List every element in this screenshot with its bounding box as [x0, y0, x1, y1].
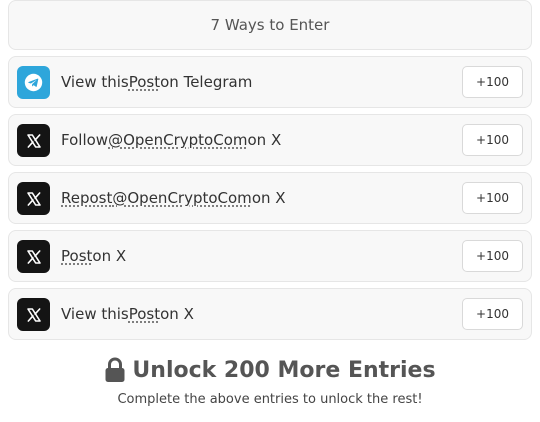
profile-link[interactable]: @OpenCryptoCom: [108, 131, 247, 149]
entry-text: View this: [61, 73, 129, 91]
ways-to-enter-header: 7 Ways to Enter: [8, 0, 532, 50]
entry-text: Follow: [61, 131, 109, 149]
points-button[interactable]: +100: [462, 298, 523, 330]
points-button[interactable]: +100: [462, 124, 523, 156]
entry-text: on X: [92, 247, 127, 265]
entry-telegram-view-post[interactable]: View this Post on Telegram +100: [8, 56, 532, 108]
ways-to-enter-title: 7 Ways to Enter: [210, 16, 330, 34]
unlock-subtitle: Complete the above entries to unlock the…: [117, 392, 423, 407]
entry-label: Repost @OpenCryptoCom on X: [61, 173, 286, 223]
entry-text: View this: [61, 305, 129, 323]
post-link[interactable]: Post: [129, 73, 160, 91]
x-icon: [17, 298, 50, 331]
points-button[interactable]: +100: [462, 240, 523, 272]
entry-text: on Telegram: [160, 73, 253, 91]
post-link[interactable]: Post: [129, 305, 160, 323]
entry-label: View this Post on X: [61, 289, 194, 339]
unlock-title: Unlock 200 More Entries: [132, 357, 436, 383]
points-button[interactable]: +100: [462, 182, 523, 214]
telegram-icon: [17, 66, 50, 99]
x-icon: [17, 240, 50, 273]
entry-x-post[interactable]: Post on X +100: [8, 230, 532, 282]
entry-text: on X: [247, 131, 282, 149]
entry-label: View this Post on Telegram: [61, 57, 252, 107]
entry-x-repost[interactable]: Repost @OpenCryptoCom on X +100: [8, 172, 532, 224]
points-button[interactable]: +100: [462, 66, 523, 98]
entry-text: on X: [160, 305, 194, 323]
unlock-heading: Unlock 200 More Entries: [0, 352, 540, 388]
repost-link[interactable]: Repost: [61, 189, 112, 207]
x-icon: [17, 124, 50, 157]
profile-link[interactable]: @OpenCryptoCom: [112, 189, 251, 207]
entry-text: on X: [251, 189, 286, 207]
entry-x-follow[interactable]: Follow @OpenCryptoCom on X +100: [8, 114, 532, 166]
post-link[interactable]: Post: [61, 247, 92, 265]
x-icon: [17, 182, 50, 215]
lock-icon: [104, 357, 126, 383]
entry-label: Post on X: [61, 231, 126, 281]
entry-x-view-post[interactable]: View this Post on X +100: [8, 288, 532, 340]
entry-methods-widget: 7 Ways to Enter View this Post on Telegr…: [0, 0, 540, 422]
entry-label: Follow @OpenCryptoCom on X: [61, 115, 281, 165]
